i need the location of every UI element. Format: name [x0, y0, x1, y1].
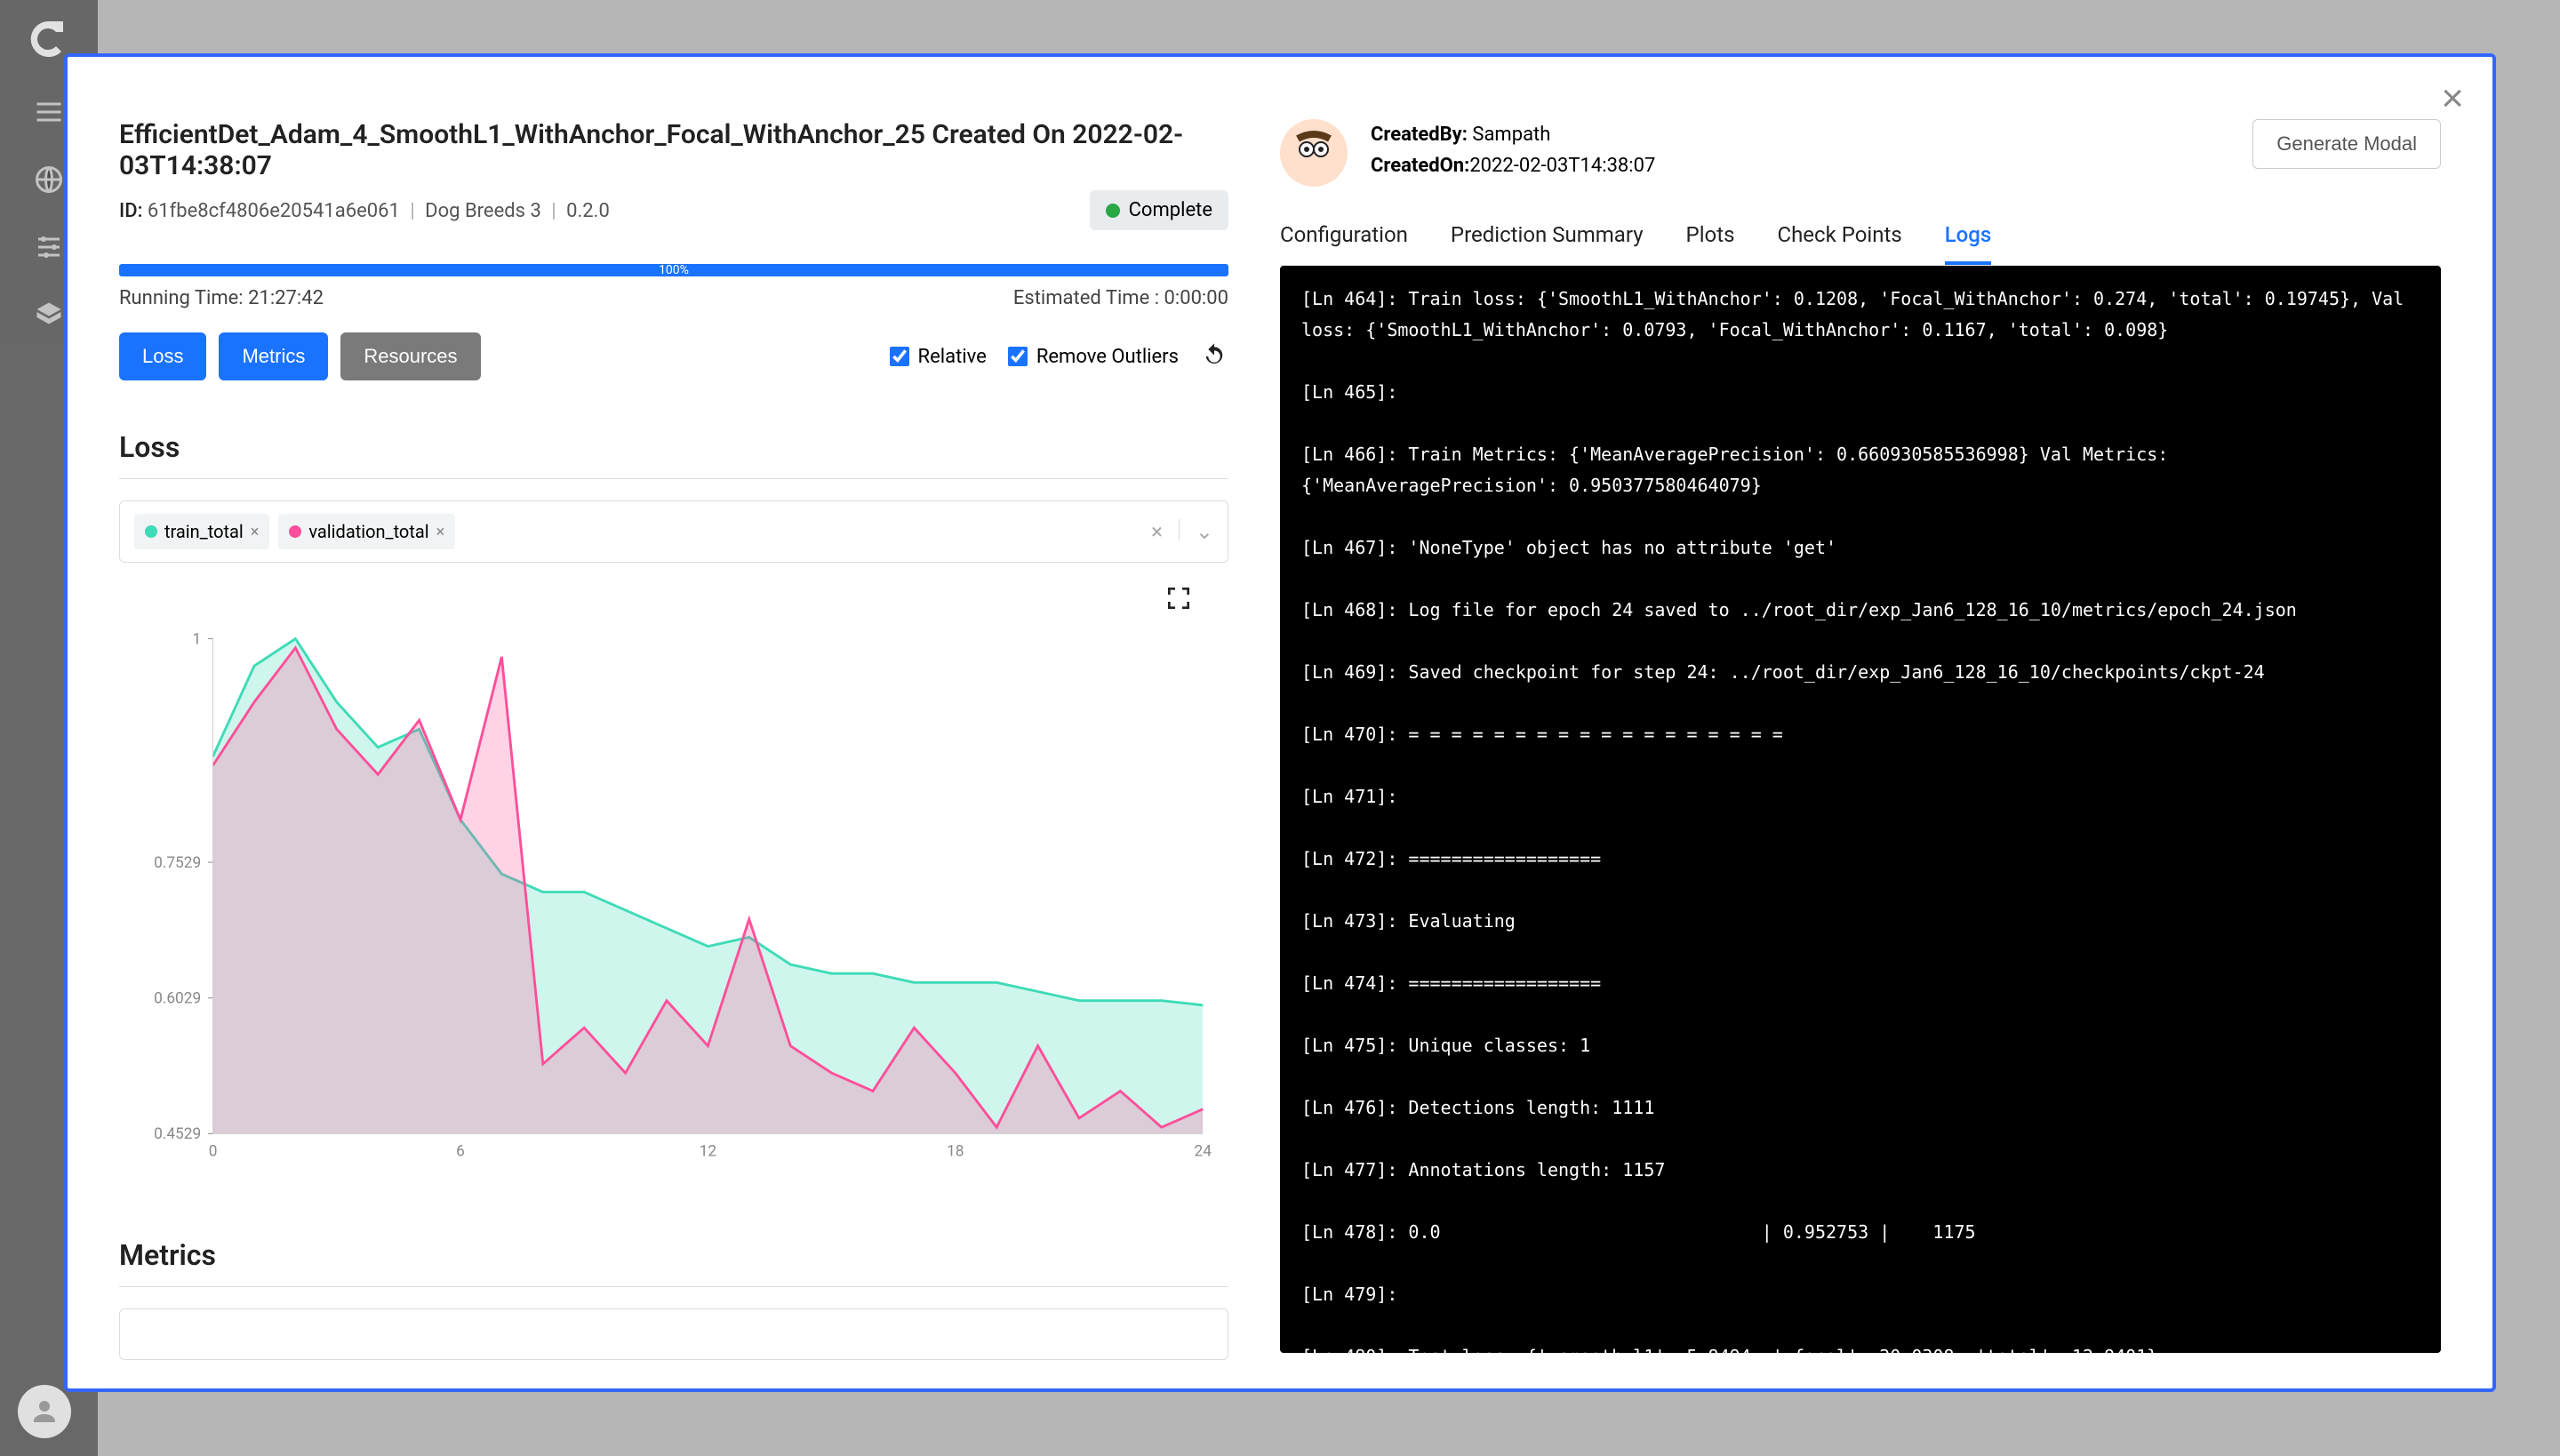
relative-checkbox[interactable]: [890, 347, 909, 366]
tab-metrics[interactable]: Metrics: [219, 332, 328, 380]
createdon-value: 2022-02-03T14:38:07: [1469, 155, 1655, 177]
refresh-icon[interactable]: [1200, 342, 1228, 371]
chip-remove-icon[interactable]: ×: [251, 523, 260, 541]
svg-text:1: 1: [192, 630, 201, 648]
chevron-down-icon[interactable]: ⌄: [1196, 519, 1213, 544]
series-selector[interactable]: train_total × validation_total × × ⌄: [119, 500, 1228, 563]
metrics-section-title: Metrics: [119, 1238, 1228, 1272]
divider: [119, 478, 1228, 479]
id-value: 61fbe8cf4806e20541a6e061: [148, 200, 400, 222]
status-badge: Complete: [1090, 190, 1228, 230]
time-row: Running Time: 21:27:42 Estimated Time : …: [119, 287, 1228, 309]
creator-avatar: [1280, 119, 1348, 187]
svg-text:0.4529: 0.4529: [154, 1125, 201, 1143]
tab-plots[interactable]: Plots: [1686, 222, 1735, 265]
svg-text:0: 0: [209, 1142, 218, 1160]
svg-text:0.6029: 0.6029: [154, 990, 201, 1008]
tab-resources[interactable]: Resources: [340, 332, 480, 380]
tab-check-points[interactable]: Check Points: [1777, 222, 1901, 265]
progress-bar: 100%: [119, 264, 1228, 276]
sliders-icon[interactable]: [33, 231, 65, 263]
series-color-dot: [145, 525, 157, 538]
id-label: ID:: [119, 200, 142, 222]
close-icon[interactable]: ×: [2441, 76, 2464, 121]
divider: [119, 1286, 1228, 1287]
globe-icon[interactable]: [33, 164, 65, 196]
series-color-dot: [289, 525, 301, 538]
breadcrumb-version: 0.2.0: [566, 200, 610, 222]
user-avatar[interactable]: [18, 1385, 71, 1438]
status-dot-icon: [1106, 204, 1120, 218]
tab-logs[interactable]: Logs: [1945, 222, 1992, 265]
remove-outliers-checkbox-label[interactable]: Remove Outliers: [1008, 346, 1179, 368]
progress-percent: 100%: [659, 263, 689, 277]
breadcrumb-project: Dog Breeds 3: [425, 200, 541, 222]
createdby-value: Sampath: [1472, 124, 1550, 146]
right-panel: CreatedBy: Sampath CreatedOn:2022-02-03T…: [1280, 57, 2492, 1388]
status-text: Complete: [1129, 199, 1212, 221]
estimated-time-label: Estimated Time :: [1013, 287, 1159, 309]
expand-icon[interactable]: [1164, 584, 1193, 612]
chip-remove-icon[interactable]: ×: [436, 523, 445, 541]
app-logo-icon: [28, 18, 70, 60]
remove-outliers-checkbox[interactable]: [1008, 347, 1028, 366]
layers-icon[interactable]: [33, 299, 65, 331]
tab-loss[interactable]: Loss: [119, 332, 206, 380]
left-panel: EfficientDet_Adam_4_SmoothL1_WithAnchor_…: [68, 57, 1280, 1388]
chip-validation-total[interactable]: validation_total ×: [278, 514, 455, 549]
createdon-label: CreatedOn:: [1371, 155, 1469, 177]
svg-text:18: 18: [947, 1142, 964, 1160]
running-time-value: 21:27:42: [248, 287, 324, 309]
loss-chart: 0.4529 0.6029 0.7529 1 0 6 12 18 24: [119, 584, 1228, 1188]
chip-train-total[interactable]: train_total ×: [134, 514, 269, 549]
experiment-modal: × EfficientDet_Adam_4_SmoothL1_WithAncho…: [64, 53, 2496, 1392]
svg-text:0.7529: 0.7529: [154, 854, 201, 872]
estimated-time-value: 0:00:00: [1164, 287, 1228, 309]
svg-text:24: 24: [1194, 1142, 1212, 1160]
tab-configuration[interactable]: Configuration: [1280, 222, 1408, 265]
menu-icon[interactable]: [33, 96, 65, 128]
svg-text:6: 6: [456, 1142, 465, 1160]
metrics-selector[interactable]: [119, 1308, 1228, 1360]
clear-all-icon[interactable]: ×: [1151, 519, 1163, 544]
tab-prediction-summary[interactable]: Prediction Summary: [1451, 222, 1644, 265]
logs-output[interactable]: [Ln 464]: Train loss: {'SmoothL1_WithAnc…: [1280, 266, 2441, 1353]
generate-modal-button[interactable]: Generate Modal: [2252, 119, 2441, 169]
experiment-subtitle: ID: 61fbe8cf4806e20541a6e061 | Dog Breed…: [119, 200, 610, 222]
createdby-label: CreatedBy:: [1371, 124, 1468, 146]
running-time-label: Running Time:: [119, 287, 244, 309]
svg-text:12: 12: [700, 1142, 717, 1160]
relative-checkbox-label[interactable]: Relative: [890, 346, 987, 368]
experiment-title: EfficientDet_Adam_4_SmoothL1_WithAnchor_…: [119, 119, 1228, 181]
loss-section-title: Loss: [119, 430, 1228, 464]
